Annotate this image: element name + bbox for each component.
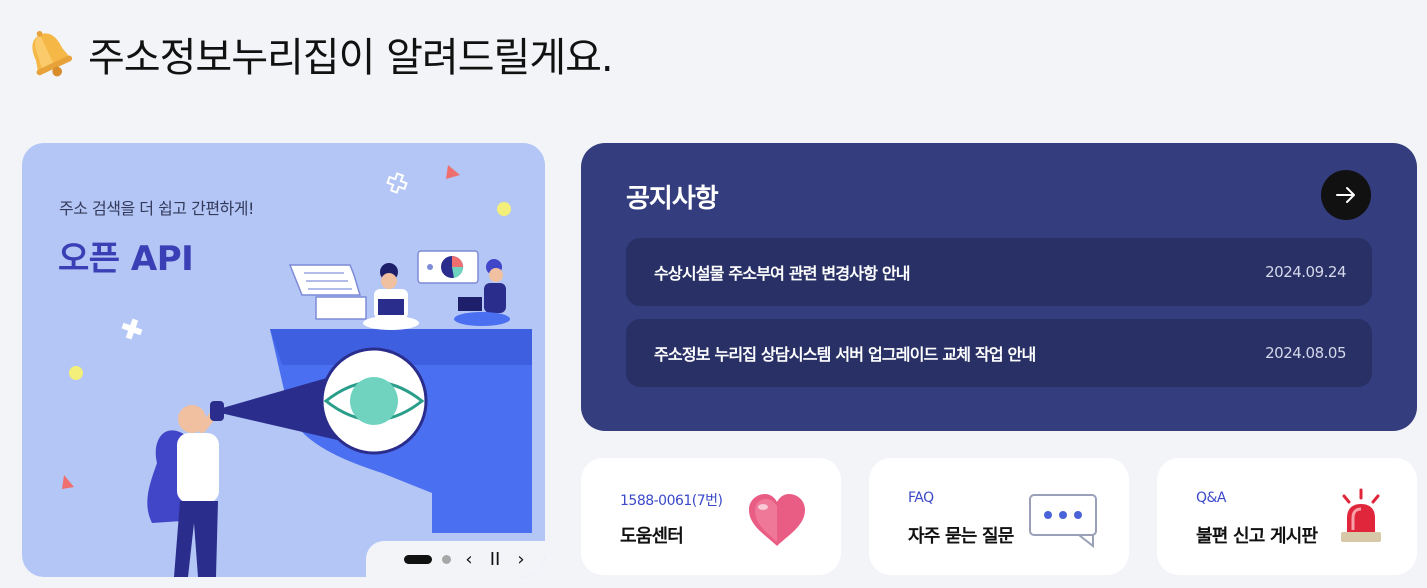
heart-icon: [749, 494, 805, 546]
sparkle-icon: [386, 172, 408, 194]
notice-item-date: 2024.09.24: [1265, 263, 1346, 281]
notice-item-title: 수상시설물 주소부여 관련 변경사항 안내: [654, 264, 911, 283]
notice-item-title: 주소정보 누리집 상담시스템 서버 업그레이드 교체 작업 안내: [654, 345, 1036, 364]
notice-panel: 공지사항 수상시설물 주소부여 관련 변경사항 안내 2024.09.24 주소…: [581, 143, 1417, 431]
notice-more-button[interactable]: [1321, 170, 1371, 220]
complaint-card[interactable]: Q&A 불편 신고 게시판: [1157, 458, 1417, 575]
notice-item-date: 2024.08.05: [1265, 344, 1346, 362]
section-header: 주소정보누리집이 알려드릴게요.: [20, 22, 614, 86]
arrow-right-icon: [1336, 187, 1355, 203]
help-center-label: 도움센터: [620, 526, 684, 547]
pause-button[interactable]: II: [487, 549, 503, 570]
faq-card[interactable]: FAQ 자주 묻는 질문: [869, 458, 1129, 575]
complaint-label: 불편 신고 게시판: [1196, 526, 1318, 547]
siren-icon: [1341, 488, 1381, 542]
next-slide-button[interactable]: ›: [513, 549, 529, 570]
faq-tag: FAQ: [908, 490, 934, 506]
help-center-card[interactable]: 1588-0061(7번) 도움센터: [581, 458, 841, 575]
bell-icon: [32, 30, 73, 77]
notice-item[interactable]: 주소정보 누리집 상담시스템 서버 업그레이드 교체 작업 안내 2024.08…: [626, 319, 1372, 387]
speech-bubble-icon: [1029, 494, 1097, 548]
banner-controls: ‹ II ›: [366, 541, 545, 577]
prev-slide-button[interactable]: ‹: [461, 549, 477, 570]
complaint-tag: Q&A: [1196, 490, 1227, 506]
notice-title: 공지사항: [626, 184, 719, 214]
help-center-phone: 1588-0061(7번): [620, 493, 723, 509]
section-title: 주소정보누리집이 알려드릴게요.: [88, 35, 614, 81]
slide-indicator[interactable]: [442, 554, 451, 564]
notice-item[interactable]: 수상시설물 주소부여 관련 변경사항 안내 2024.09.24: [626, 238, 1372, 306]
banner-subtitle: 주소 검색을 더 쉽고 간편하게!: [59, 199, 254, 218]
open-api-banner[interactable]: 주소 검색을 더 쉽고 간편하게! 오픈 API ‹ II ›: [22, 143, 545, 577]
faq-label: 자주 묻는 질문: [908, 526, 1014, 547]
banner-title: 오픈 API: [58, 239, 194, 279]
slide-indicator-active[interactable]: [404, 554, 432, 564]
